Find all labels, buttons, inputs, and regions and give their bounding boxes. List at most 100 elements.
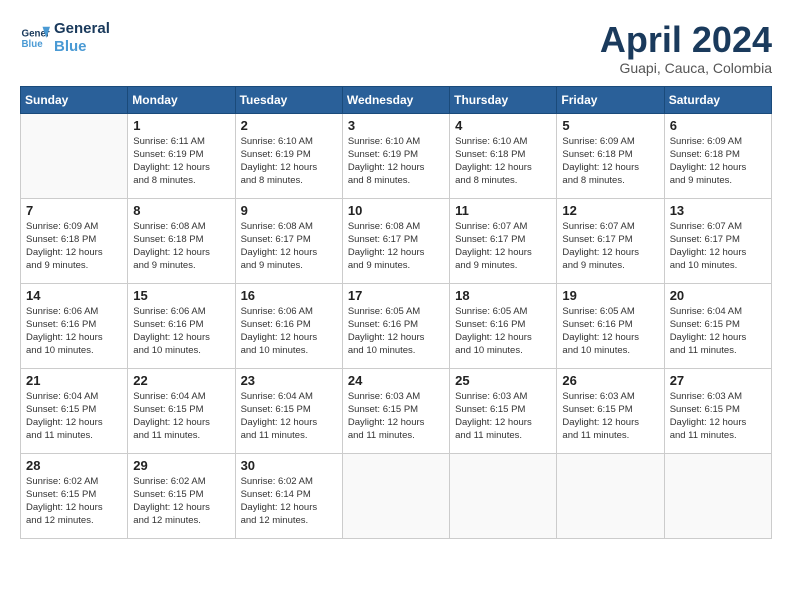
- day-number: 25: [455, 373, 551, 388]
- day-info: Sunrise: 6:10 AM Sunset: 6:19 PM Dayligh…: [348, 135, 444, 188]
- day-info: Sunrise: 6:04 AM Sunset: 6:15 PM Dayligh…: [26, 390, 122, 443]
- day-number: 8: [133, 203, 229, 218]
- calendar-cell: 24 Sunrise: 6:03 AM Sunset: 6:15 PM Dayli…: [342, 368, 449, 453]
- calendar-cell: 13 Sunrise: 6:07 AM Sunset: 6:17 PM Dayli…: [664, 198, 771, 283]
- day-info: Sunrise: 6:03 AM Sunset: 6:15 PM Dayligh…: [670, 390, 766, 443]
- calendar-cell: 10 Sunrise: 6:08 AM Sunset: 6:17 PM Dayli…: [342, 198, 449, 283]
- day-info: Sunrise: 6:04 AM Sunset: 6:15 PM Dayligh…: [241, 390, 337, 443]
- day-info: Sunrise: 6:06 AM Sunset: 6:16 PM Dayligh…: [26, 305, 122, 358]
- weekday-header-row: SundayMondayTuesdayWednesdayThursdayFrid…: [21, 86, 772, 113]
- weekday-header-saturday: Saturday: [664, 86, 771, 113]
- day-number: 29: [133, 458, 229, 473]
- calendar-cell: [557, 453, 664, 538]
- day-info: Sunrise: 6:07 AM Sunset: 6:17 PM Dayligh…: [562, 220, 658, 273]
- day-info: Sunrise: 6:09 AM Sunset: 6:18 PM Dayligh…: [562, 135, 658, 188]
- calendar-week-3: 14 Sunrise: 6:06 AM Sunset: 6:16 PM Dayli…: [21, 283, 772, 368]
- day-number: 22: [133, 373, 229, 388]
- day-info: Sunrise: 6:09 AM Sunset: 6:18 PM Dayligh…: [670, 135, 766, 188]
- calendar-cell: 6 Sunrise: 6:09 AM Sunset: 6:18 PM Daylig…: [664, 113, 771, 198]
- calendar-cell: [450, 453, 557, 538]
- day-number: 6: [670, 118, 766, 133]
- day-number: 9: [241, 203, 337, 218]
- day-info: Sunrise: 6:06 AM Sunset: 6:16 PM Dayligh…: [133, 305, 229, 358]
- day-number: 20: [670, 288, 766, 303]
- calendar-cell: 7 Sunrise: 6:09 AM Sunset: 6:18 PM Daylig…: [21, 198, 128, 283]
- day-info: Sunrise: 6:07 AM Sunset: 6:17 PM Dayligh…: [670, 220, 766, 273]
- calendar-cell: 21 Sunrise: 6:04 AM Sunset: 6:15 PM Dayli…: [21, 368, 128, 453]
- day-info: Sunrise: 6:10 AM Sunset: 6:19 PM Dayligh…: [241, 135, 337, 188]
- calendar-cell: 14 Sunrise: 6:06 AM Sunset: 6:16 PM Dayli…: [21, 283, 128, 368]
- day-number: 3: [348, 118, 444, 133]
- calendar-cell: [21, 113, 128, 198]
- weekday-header-sunday: Sunday: [21, 86, 128, 113]
- day-info: Sunrise: 6:09 AM Sunset: 6:18 PM Dayligh…: [26, 220, 122, 273]
- calendar-cell: [342, 453, 449, 538]
- day-number: 27: [670, 373, 766, 388]
- day-info: Sunrise: 6:03 AM Sunset: 6:15 PM Dayligh…: [455, 390, 551, 443]
- weekday-header-thursday: Thursday: [450, 86, 557, 113]
- weekday-header-tuesday: Tuesday: [235, 86, 342, 113]
- day-number: 19: [562, 288, 658, 303]
- calendar-cell: 22 Sunrise: 6:04 AM Sunset: 6:15 PM Dayli…: [128, 368, 235, 453]
- day-number: 11: [455, 203, 551, 218]
- month-year-title: April 2024: [600, 20, 772, 60]
- day-info: Sunrise: 6:08 AM Sunset: 6:18 PM Dayligh…: [133, 220, 229, 273]
- day-info: Sunrise: 6:04 AM Sunset: 6:15 PM Dayligh…: [133, 390, 229, 443]
- weekday-header-wednesday: Wednesday: [342, 86, 449, 113]
- calendar-cell: 9Sunrise: 6:08 AM Sunset: 6:17 PM Daylig…: [235, 198, 342, 283]
- calendar-cell: 19 Sunrise: 6:05 AM Sunset: 6:16 PM Dayli…: [557, 283, 664, 368]
- day-number: 10: [348, 203, 444, 218]
- day-info: Sunrise: 6:10 AM Sunset: 6:18 PM Dayligh…: [455, 135, 551, 188]
- calendar-cell: 15 Sunrise: 6:06 AM Sunset: 6:16 PM Dayli…: [128, 283, 235, 368]
- day-info: Sunrise: 6:05 AM Sunset: 6:16 PM Dayligh…: [562, 305, 658, 358]
- day-number: 26: [562, 373, 658, 388]
- calendar-week-1: 1Sunrise: 6:11 AM Sunset: 6:19 PM Daylig…: [21, 113, 772, 198]
- day-info: Sunrise: 6:02 AM Sunset: 6:15 PM Dayligh…: [133, 475, 229, 528]
- calendar-cell: 18 Sunrise: 6:05 AM Sunset: 6:16 PM Dayli…: [450, 283, 557, 368]
- logo: General Blue General Blue: [20, 20, 110, 56]
- day-number: 5: [562, 118, 658, 133]
- day-info: Sunrise: 6:08 AM Sunset: 6:17 PM Dayligh…: [348, 220, 444, 273]
- calendar-cell: 23 Sunrise: 6:04 AM Sunset: 6:15 PM Dayli…: [235, 368, 342, 453]
- calendar-cell: 8 Sunrise: 6:08 AM Sunset: 6:18 PM Daylig…: [128, 198, 235, 283]
- day-number: 14: [26, 288, 122, 303]
- day-info: Sunrise: 6:03 AM Sunset: 6:15 PM Dayligh…: [348, 390, 444, 443]
- day-number: 21: [26, 373, 122, 388]
- page-header: General Blue General Blue April 2024 Gua…: [20, 20, 772, 76]
- calendar-table: SundayMondayTuesdayWednesdayThursdayFrid…: [20, 86, 772, 539]
- day-number: 28: [26, 458, 122, 473]
- calendar-week-2: 7 Sunrise: 6:09 AM Sunset: 6:18 PM Daylig…: [21, 198, 772, 283]
- day-number: 16: [241, 288, 337, 303]
- calendar-cell: 29 Sunrise: 6:02 AM Sunset: 6:15 PM Dayli…: [128, 453, 235, 538]
- day-number: 24: [348, 373, 444, 388]
- calendar-cell: 30Sunrise: 6:02 AM Sunset: 6:14 PM Dayli…: [235, 453, 342, 538]
- day-number: 13: [670, 203, 766, 218]
- weekday-header-friday: Friday: [557, 86, 664, 113]
- day-number: 23: [241, 373, 337, 388]
- logo-icon: General Blue: [20, 23, 50, 53]
- day-info: Sunrise: 6:03 AM Sunset: 6:15 PM Dayligh…: [562, 390, 658, 443]
- day-number: 1: [133, 118, 229, 133]
- calendar-cell: 25 Sunrise: 6:03 AM Sunset: 6:15 PM Dayli…: [450, 368, 557, 453]
- calendar-cell: 28 Sunrise: 6:02 AM Sunset: 6:15 PM Dayli…: [21, 453, 128, 538]
- day-info: Sunrise: 6:05 AM Sunset: 6:16 PM Dayligh…: [348, 305, 444, 358]
- calendar-cell: 27 Sunrise: 6:03 AM Sunset: 6:15 PM Dayli…: [664, 368, 771, 453]
- calendar-cell: 11Sunrise: 6:07 AM Sunset: 6:17 PM Dayli…: [450, 198, 557, 283]
- day-number: 12: [562, 203, 658, 218]
- svg-text:Blue: Blue: [22, 39, 44, 50]
- calendar-cell: 16 Sunrise: 6:06 AM Sunset: 6:16 PM Dayli…: [235, 283, 342, 368]
- day-info: Sunrise: 6:04 AM Sunset: 6:15 PM Dayligh…: [670, 305, 766, 358]
- day-info: Sunrise: 6:05 AM Sunset: 6:16 PM Dayligh…: [455, 305, 551, 358]
- day-number: 18: [455, 288, 551, 303]
- calendar-cell: 2 Sunrise: 6:10 AM Sunset: 6:19 PM Daylig…: [235, 113, 342, 198]
- day-number: 2: [241, 118, 337, 133]
- day-info: Sunrise: 6:06 AM Sunset: 6:16 PM Dayligh…: [241, 305, 337, 358]
- calendar-cell: 3 Sunrise: 6:10 AM Sunset: 6:19 PM Daylig…: [342, 113, 449, 198]
- day-number: 7: [26, 203, 122, 218]
- day-number: 15: [133, 288, 229, 303]
- day-info: Sunrise: 6:02 AM Sunset: 6:15 PM Dayligh…: [26, 475, 122, 528]
- calendar-cell: 12 Sunrise: 6:07 AM Sunset: 6:17 PM Dayli…: [557, 198, 664, 283]
- logo-text-general: General: [54, 20, 110, 38]
- weekday-header-monday: Monday: [128, 86, 235, 113]
- day-info: Sunrise: 6:02 AM Sunset: 6:14 PM Dayligh…: [241, 475, 337, 528]
